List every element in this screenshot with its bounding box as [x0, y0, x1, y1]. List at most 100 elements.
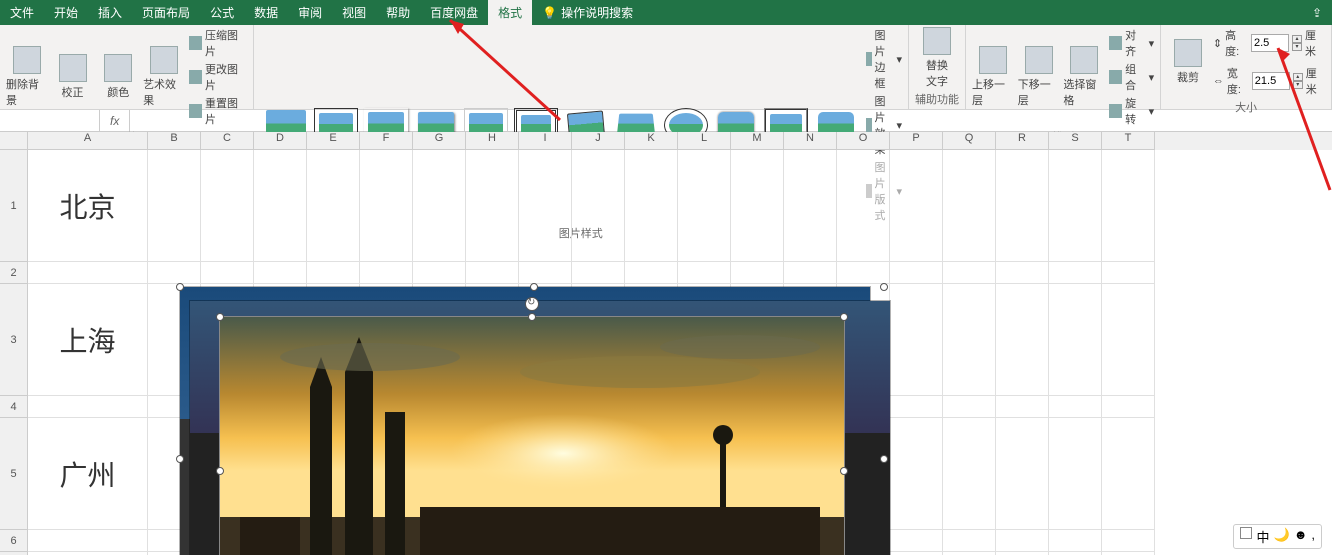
cell[interactable] — [413, 150, 466, 262]
cell[interactable] — [784, 150, 837, 262]
corrections-button[interactable]: 校正 — [52, 46, 94, 108]
cell[interactable] — [784, 262, 837, 284]
change-picture-button[interactable]: 更改图片 — [189, 61, 247, 93]
col-header-M[interactable]: M — [731, 132, 784, 150]
col-header-G[interactable]: G — [413, 132, 466, 150]
send-backward-button[interactable]: 下移一层 — [1018, 46, 1060, 108]
ime-punct[interactable]: , — [1311, 527, 1315, 546]
cell[interactable] — [996, 150, 1049, 262]
row-header[interactable]: 2 — [0, 262, 28, 284]
menu-file[interactable]: 文件 — [0, 0, 44, 25]
cell[interactable] — [572, 150, 625, 262]
ime-lang[interactable]: 中 — [1256, 527, 1269, 546]
group-handle-ne[interactable] — [880, 283, 888, 291]
cell[interactable] — [943, 284, 996, 396]
cell[interactable] — [519, 150, 572, 262]
cell[interactable] — [1102, 530, 1155, 552]
cell[interactable] — [625, 150, 678, 262]
ime-moon-icon[interactable]: 🌙 — [1274, 527, 1290, 546]
cell[interactable] — [1049, 150, 1102, 262]
resize-handle-n[interactable] — [528, 313, 536, 321]
cell[interactable] — [572, 262, 625, 284]
name-box[interactable] — [0, 110, 100, 131]
compress-picture-button[interactable]: 压缩图片 — [189, 27, 247, 59]
menu-view[interactable]: 视图 — [332, 0, 376, 25]
cell[interactable] — [413, 262, 466, 284]
col-header-N[interactable]: N — [784, 132, 837, 150]
cell[interactable] — [28, 530, 148, 552]
cell[interactable] — [1102, 284, 1155, 396]
cell[interactable] — [943, 530, 996, 552]
col-header-I[interactable]: I — [519, 132, 572, 150]
col-header-O[interactable]: O — [837, 132, 890, 150]
cell[interactable] — [890, 284, 943, 396]
color-button[interactable]: 颜色 — [97, 46, 139, 108]
cell[interactable] — [28, 396, 148, 418]
cell[interactable] — [996, 418, 1049, 530]
artistic-effects-button[interactable]: 艺术效果 — [143, 46, 185, 108]
col-header-H[interactable]: H — [466, 132, 519, 150]
resize-handle-ne[interactable] — [840, 313, 848, 321]
cell[interactable] — [1102, 262, 1155, 284]
menu-insert[interactable]: 插入 — [88, 0, 132, 25]
bring-forward-button[interactable]: 上移一层 — [972, 46, 1014, 108]
col-header-L[interactable]: L — [678, 132, 731, 150]
row-header[interactable]: 6 — [0, 530, 28, 552]
cell[interactable] — [1049, 284, 1102, 396]
cell[interactable]: 上海 — [28, 284, 148, 396]
group-handle-nw[interactable] — [176, 283, 184, 291]
ime-check-icon[interactable] — [1240, 527, 1252, 539]
resize-handle-w[interactable] — [216, 467, 224, 475]
cell[interactable]: 广州 — [28, 418, 148, 530]
crop-button[interactable]: 裁剪 — [1167, 31, 1209, 93]
cell[interactable] — [837, 262, 890, 284]
resize-handle-e[interactable] — [840, 467, 848, 475]
width-up[interactable]: ▴ — [1293, 73, 1303, 81]
col-header-P[interactable]: P — [890, 132, 943, 150]
row-header[interactable]: 1 — [0, 150, 28, 262]
height-down[interactable]: ▾ — [1292, 43, 1302, 51]
group-handle-n[interactable] — [530, 283, 538, 291]
cell[interactable] — [731, 262, 784, 284]
col-header-S[interactable]: S — [1049, 132, 1102, 150]
remove-background-button[interactable]: 删除背景 — [6, 46, 48, 108]
height-up[interactable]: ▴ — [1292, 35, 1302, 43]
picture-3-front[interactable] — [220, 317, 844, 555]
col-header-B[interactable]: B — [148, 132, 201, 150]
cell[interactable] — [943, 396, 996, 418]
cell[interactable] — [28, 262, 148, 284]
picture-border-button[interactable]: 图片边框 ▾ — [866, 27, 903, 91]
cell[interactable] — [996, 530, 1049, 552]
cell[interactable] — [360, 262, 413, 284]
align-button[interactable]: 对齐 ▾ — [1109, 27, 1154, 59]
width-input[interactable] — [1252, 72, 1290, 90]
cell[interactable] — [360, 150, 413, 262]
menu-layout[interactable]: 页面布局 — [132, 0, 200, 25]
group-handle-e[interactable] — [880, 455, 888, 463]
cell[interactable] — [1049, 262, 1102, 284]
alt-text-button[interactable]: 替换 文字 — [915, 27, 959, 89]
rotate-handle[interactable] — [525, 297, 539, 311]
menu-home[interactable]: 开始 — [44, 0, 88, 25]
cell[interactable] — [996, 396, 1049, 418]
menu-review[interactable]: 审阅 — [288, 0, 332, 25]
cell[interactable] — [943, 150, 996, 262]
menu-format[interactable]: 格式 — [488, 0, 532, 25]
cell[interactable] — [890, 396, 943, 418]
cell[interactable] — [837, 150, 890, 262]
cell[interactable] — [254, 150, 307, 262]
share-icon[interactable]: ⇪ — [1302, 6, 1332, 20]
cell[interactable] — [1049, 396, 1102, 418]
resize-handle-nw[interactable] — [216, 313, 224, 321]
cell[interactable] — [731, 150, 784, 262]
row-header[interactable]: 5 — [0, 418, 28, 530]
cell[interactable] — [890, 262, 943, 284]
select-all-corner[interactable] — [0, 132, 28, 150]
cell[interactable] — [943, 418, 996, 530]
col-header-C[interactable]: C — [201, 132, 254, 150]
cell[interactable] — [466, 150, 519, 262]
col-header-E[interactable]: E — [307, 132, 360, 150]
cell[interactable] — [890, 150, 943, 262]
cell[interactable]: 北京 — [28, 150, 148, 262]
width-down[interactable]: ▾ — [1293, 81, 1303, 89]
